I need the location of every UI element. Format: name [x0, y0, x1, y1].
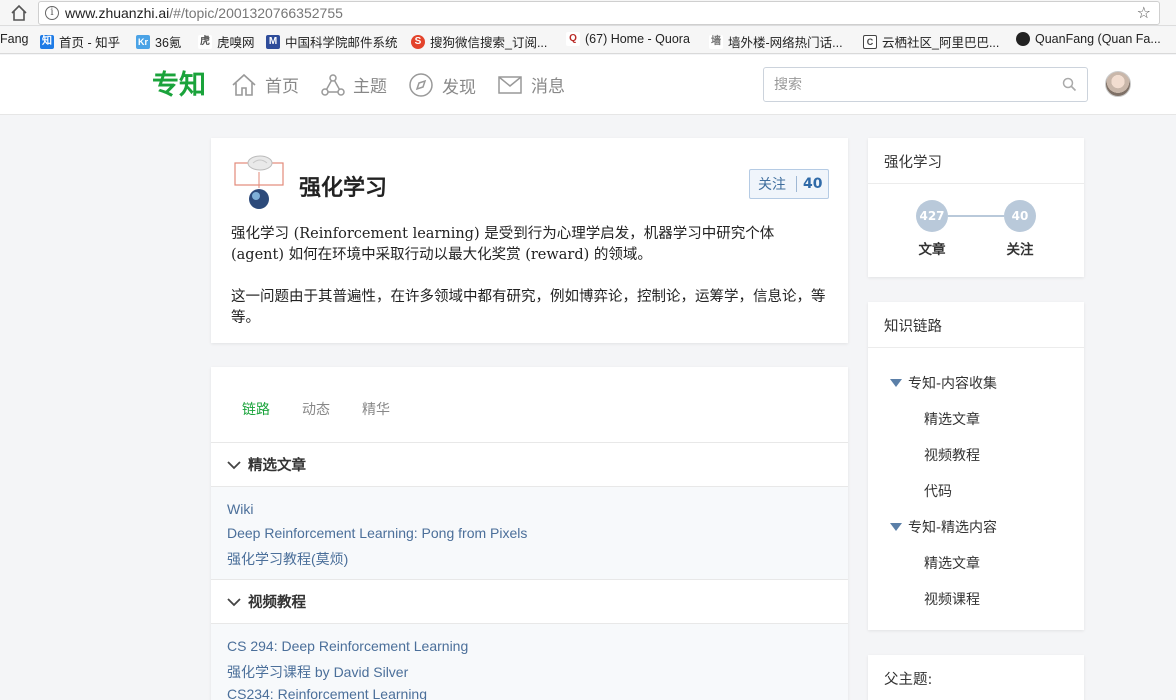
site-logo[interactable]: 专知 — [152, 63, 206, 102]
nav-home[interactable]: 首页 — [231, 72, 299, 97]
tab-essence[interactable]: 精华 — [362, 399, 390, 419]
nav-home-label: 首页 — [265, 77, 299, 97]
huxiu-icon: 虎 — [198, 34, 212, 49]
url-text: www.zhuanzhi.ai/#/topic/2001320766352755 — [65, 5, 343, 21]
stats-connector — [948, 215, 1004, 217]
compass-icon — [409, 73, 433, 97]
section-links: Wiki Deep Reinforcement Learning: Pong f… — [211, 487, 848, 580]
tree-group[interactable]: 专知-精选内容 — [890, 517, 997, 537]
browser-url-bar: i www.zhuanzhi.ai/#/topic/20013207663527… — [0, 0, 1176, 26]
topic-card: 强化学习 关注 40 强化学习 (Reinforcement learning)… — [211, 138, 848, 343]
follow-count: 40 — [803, 176, 823, 192]
tree-leaf[interactable]: 视频课程 — [924, 589, 980, 609]
nav-topic-label: 主题 — [353, 77, 387, 97]
chevron-down-icon — [227, 597, 241, 606]
chain-title: 知识链路 — [884, 319, 942, 335]
info-icon[interactable]: i — [45, 6, 59, 20]
tree-leaf[interactable]: 代码 — [924, 481, 952, 501]
browser-home-icon[interactable] — [10, 4, 28, 22]
bookmark-item[interactable]: M 中国科学院邮件系统 — [266, 32, 398, 51]
mail-icon: M — [266, 34, 280, 49]
bookmarks-bar: Fang 知首页 - 知乎 Kr 36氪 虎虎嗅网 M 中国科学院邮件系统 S 搜狗微… — [0, 27, 1176, 54]
tab-chain[interactable]: 链路 — [242, 399, 270, 419]
section-header[interactable]: 精选文章 — [211, 443, 848, 487]
bookmark-item[interactable]: 知首页 - 知乎 — [40, 32, 120, 51]
address-field[interactable]: i www.zhuanzhi.ai/#/topic/20013207663527… — [38, 1, 1160, 25]
expand-triangle-icon — [890, 379, 902, 387]
avatar[interactable] — [1105, 71, 1131, 97]
bookmark-item[interactable]: QuanFang (Quan Fa... — [1016, 32, 1161, 46]
video-link[interactable]: 强化学习课程 by David Silver — [227, 662, 408, 682]
chevron-down-icon — [227, 460, 241, 469]
topic-stats-card: 强化学习 427 40 文章 关注 — [868, 138, 1084, 277]
article-link[interactable]: Deep Reinforcement Learning: Pong from P… — [227, 525, 527, 541]
articles-label: 文章 — [918, 242, 946, 258]
parent-title: 父主题: — [884, 672, 933, 688]
stats-title: 强化学习 — [884, 155, 942, 171]
search-box — [763, 67, 1088, 102]
section-header[interactable]: 视频教程 — [211, 580, 848, 624]
article-link[interactable]: 强化学习教程(莫烦) — [227, 549, 348, 569]
search-input[interactable] — [774, 75, 1054, 95]
divider — [868, 347, 1084, 348]
wall-icon: 墙 — [709, 34, 723, 49]
video-link[interactable]: CS 294: Deep Reinforcement Learning — [227, 638, 468, 654]
topic-description: 强化学习 (Reinforcement learning) 是受到行为心理学启发… — [231, 224, 831, 329]
tree-leaf[interactable]: 精选文章 — [924, 553, 980, 573]
section-title: 视频教程 — [248, 595, 306, 611]
bookmark-item[interactable]: Kr 36氪 — [136, 32, 181, 51]
follow-button[interactable]: 关注 40 — [749, 169, 829, 199]
articles-count[interactable]: 427 — [916, 200, 948, 232]
home-icon — [232, 73, 256, 96]
parent-topic-card: 父主题: — [868, 655, 1084, 700]
bookmark-item[interactable]: Fang — [0, 32, 29, 46]
bookmark-star-icon[interactable]: ☆ — [1137, 3, 1151, 22]
aliyun-icon: C — [863, 34, 877, 49]
zhihu-icon: 知 — [40, 34, 54, 49]
expand-triangle-icon — [890, 523, 902, 531]
nav-topic[interactable]: 主题 — [321, 72, 387, 97]
bookmark-item[interactable]: 虎虎嗅网 — [198, 32, 255, 51]
sogou-icon: S — [411, 34, 425, 49]
github-icon — [1016, 32, 1030, 46]
tree-group-label: 专知-内容收集 — [908, 376, 998, 392]
search-icon[interactable] — [1062, 77, 1077, 92]
section-links: CS 294: Deep Reinforcement Learning 强化学习… — [211, 624, 848, 700]
nav-discover[interactable]: 发现 — [408, 72, 476, 98]
content-card: 链路 动态 精华 精选文章 Wiki Deep Reinforcement Le… — [211, 367, 848, 700]
bookmark-item[interactable]: 墙墙外楼-网络热门话... — [709, 32, 843, 51]
36kr-icon: Kr — [136, 34, 150, 49]
section-title: 精选文章 — [248, 458, 306, 474]
topic-title: 强化学习 — [299, 175, 388, 201]
nav-messages[interactable]: 消息 — [497, 72, 565, 97]
tree-group[interactable]: 专知-内容收集 — [890, 373, 997, 393]
tree-leaf[interactable]: 视频教程 — [924, 445, 980, 465]
knowledge-chain-card: 知识链路 专知-内容收集 精选文章 视频教程 代码 专知-精选内容 精选文章 视… — [868, 302, 1084, 630]
tab-bar: 链路 动态 精华 — [211, 367, 848, 443]
divider — [868, 183, 1084, 184]
follow-label: 关注 — [758, 177, 786, 193]
followers-label: 关注 — [1006, 242, 1034, 258]
tree-leaf[interactable]: 精选文章 — [924, 409, 980, 429]
bookmark-item[interactable]: S 搜狗微信搜索_订阅... — [411, 32, 547, 51]
tab-activity[interactable]: 动态 — [302, 399, 330, 419]
nav-discover-label: 发现 — [442, 77, 476, 98]
followers-count[interactable]: 40 — [1004, 200, 1036, 232]
quora-icon: Q — [566, 32, 580, 46]
topic-image — [234, 155, 284, 209]
site-header: 专知 首页 主题 发现 消息 — [0, 55, 1176, 115]
nav-messages-label: 消息 — [531, 77, 565, 97]
bookmark-item[interactable]: C 云栖社区_阿里巴巴... — [863, 32, 999, 51]
article-link[interactable]: Wiki — [227, 501, 253, 517]
topic-icon — [321, 73, 345, 96]
topic-description-paragraph: 这一问题由于其普遍性，在许多领域中都有研究，例如博弈论，控制论，运筹学，信息论，… — [231, 289, 826, 326]
topic-description-paragraph: 强化学习 (Reinforcement learning) 是受到行为心理学启发… — [231, 226, 775, 263]
bookmark-item[interactable]: Q (67) Home - Quora — [566, 32, 690, 46]
envelope-icon — [498, 75, 522, 94]
video-link[interactable]: CS234: Reinforcement Learning — [227, 686, 427, 700]
tree-group-label: 专知-精选内容 — [908, 520, 998, 536]
